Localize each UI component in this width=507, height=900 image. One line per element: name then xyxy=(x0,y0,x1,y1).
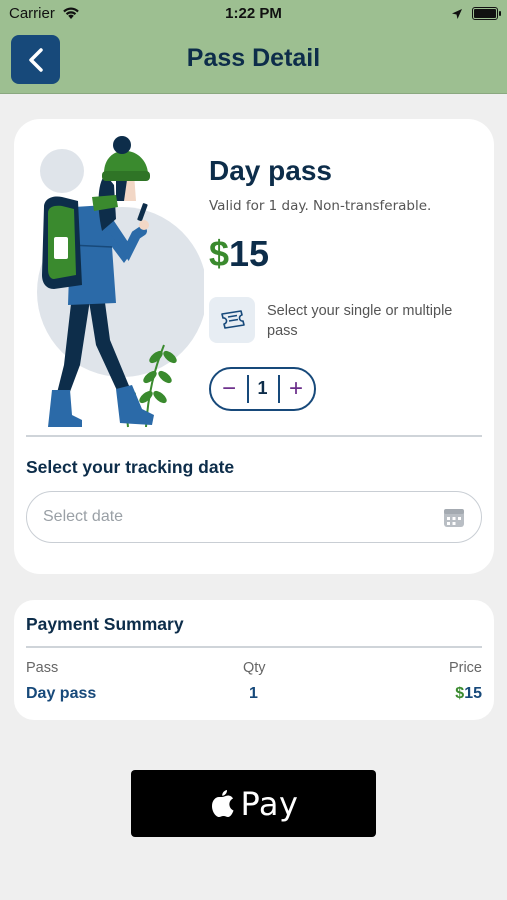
decrement-button[interactable]: − xyxy=(211,369,247,409)
battery-icon xyxy=(472,7,501,20)
pass-hint: Select your single or multiple pass xyxy=(267,303,453,339)
summary-currency: $ xyxy=(455,685,465,702)
pass-card: Day pass Valid for 1 day. Non-transferab… xyxy=(14,119,494,574)
calendar-icon[interactable] xyxy=(443,506,465,528)
date-input[interactable] xyxy=(43,492,423,542)
pass-subtitle: Valid for 1 day. Non-transferable. xyxy=(209,198,432,214)
nav-bar: Pass Detail xyxy=(0,28,507,94)
date-section-label: Select your tracking date xyxy=(26,457,235,477)
summary-header-price: Price xyxy=(448,660,482,676)
status-bar: Carrier 1:22 PM xyxy=(0,0,507,28)
summary-divider xyxy=(26,646,482,648)
pass-title: Day pass xyxy=(209,155,332,186)
summary-price-amount: 15 xyxy=(464,685,482,702)
apple-pay-label: Pay xyxy=(240,784,299,823)
summary-title: Payment Summary xyxy=(26,614,184,634)
apple-logo-icon xyxy=(211,789,234,817)
price-amount: 15 xyxy=(229,233,270,274)
ticket-icon xyxy=(209,297,255,343)
quantity-value: 1 xyxy=(257,378,268,398)
apple-pay-button[interactable]: Pay xyxy=(131,770,376,837)
price-currency: $ xyxy=(209,233,230,274)
payment-summary-card: Payment Summary Pass Qty Price Day pass … xyxy=(14,600,494,720)
summary-price-value: $15 xyxy=(455,685,482,703)
summary-qty-value: 1 xyxy=(249,685,258,702)
summary-pass-name: Day pass xyxy=(26,685,97,702)
page-title: Pass Detail xyxy=(186,44,321,72)
pass-price: $15 xyxy=(209,233,269,275)
summary-header-qty: Qty xyxy=(243,660,266,676)
location-arrow-icon xyxy=(451,7,463,24)
hiker-illustration xyxy=(37,136,204,428)
increment-button[interactable]: + xyxy=(278,369,314,409)
date-field[interactable] xyxy=(26,491,482,543)
summary-header-pass: Pass xyxy=(26,660,59,676)
section-divider xyxy=(26,435,482,437)
status-time: 1:22 PM xyxy=(225,5,282,22)
quantity-stepper: − 1 + xyxy=(209,367,316,411)
